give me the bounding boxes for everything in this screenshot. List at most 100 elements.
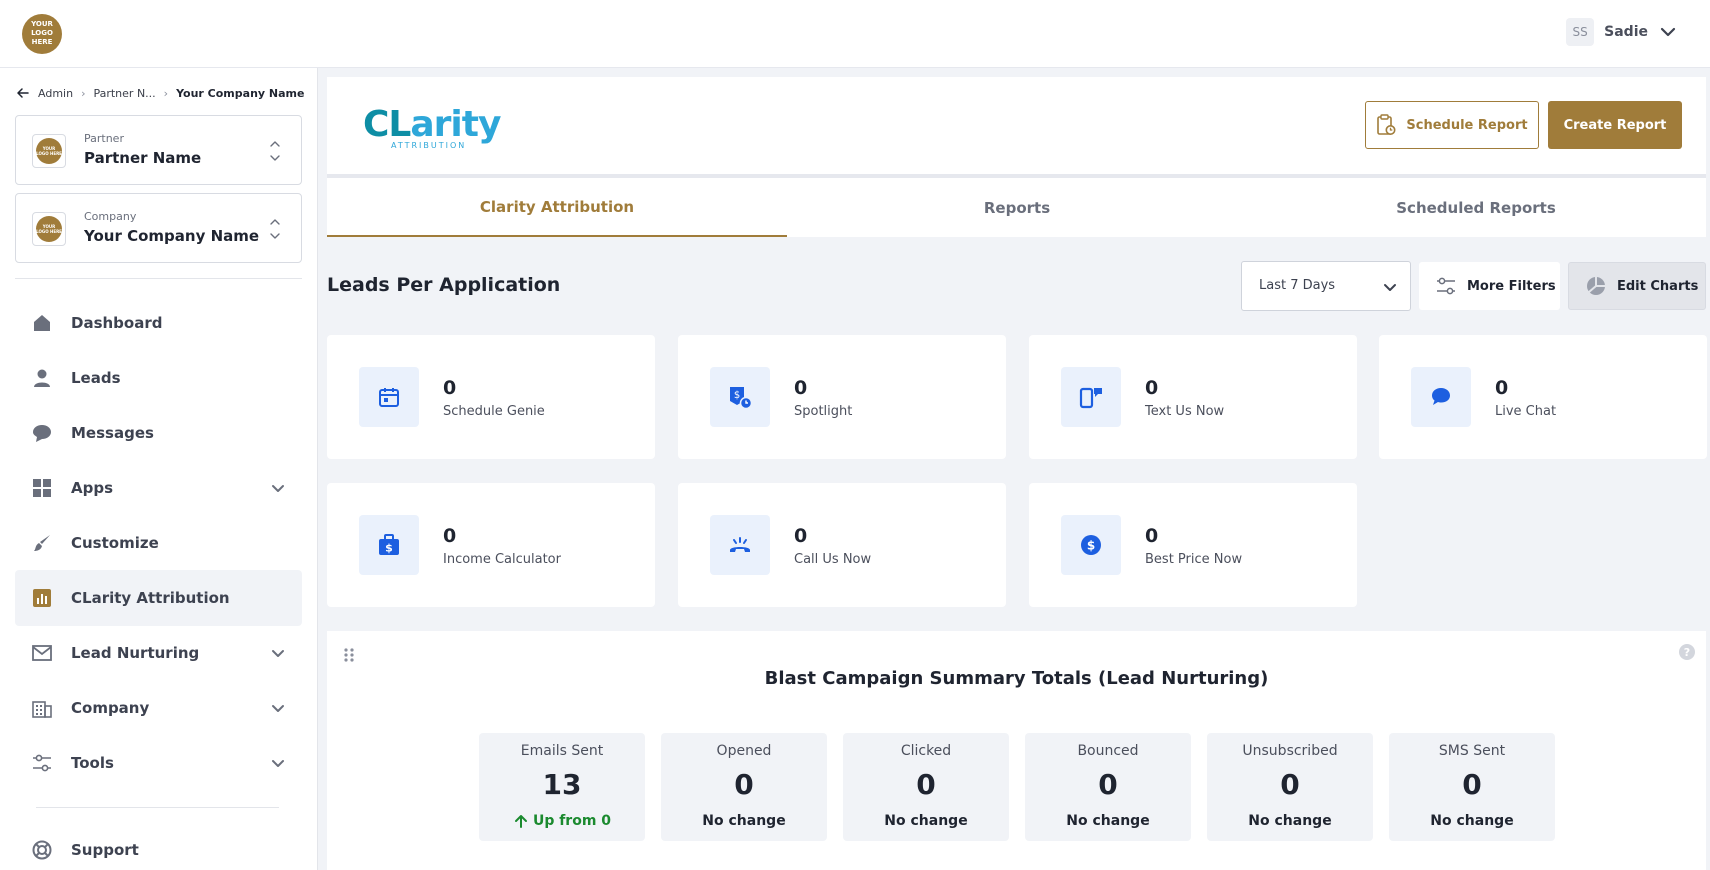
more-filters-button[interactable]: More Filters — [1419, 262, 1560, 310]
chat-bubble-icon — [33, 425, 51, 442]
more-filters-label: More Filters — [1467, 278, 1556, 294]
sidebar-item-label: Apps — [71, 479, 114, 497]
stat-label: Unsubscribed — [1242, 743, 1338, 759]
stat-value: 0 — [1098, 768, 1118, 801]
sidebar-item-apps[interactable]: Apps — [15, 460, 302, 516]
app-card-spotlight[interactable]: $ 0 Spotlight — [678, 335, 1006, 459]
app-name: Schedule Genie — [443, 404, 545, 419]
phone-icon — [730, 537, 750, 552]
app-card-call-us-now[interactable]: 0 Call Us Now — [678, 483, 1006, 607]
app-card-live-chat[interactable]: 0 Live Chat — [1379, 335, 1707, 459]
drag-handle-icon[interactable] — [343, 647, 355, 663]
dollar-circle-icon: $ — [1081, 535, 1101, 555]
schedule-report-button[interactable]: Schedule Report — [1365, 101, 1539, 149]
schedule-report-label: Schedule Report — [1406, 117, 1528, 133]
sidebar-item-label: CLarity Attribution — [71, 589, 230, 607]
pie-chart-icon — [1587, 277, 1605, 295]
sidebar-item-dashboard[interactable]: Dashboard — [15, 295, 302, 351]
app-card-schedule-genie[interactable]: 0 Schedule Genie — [327, 335, 655, 459]
edit-charts-button[interactable]: Edit Charts — [1568, 262, 1706, 310]
date-range-select[interactable]: Last 7 Days — [1241, 261, 1411, 311]
sidebar-item-customize[interactable]: Customize — [15, 515, 302, 571]
sidebar-item-messages[interactable]: Messages — [15, 405, 302, 461]
user-menu[interactable]: SS Sadie — [1566, 18, 1678, 46]
stat-change: No change — [1066, 813, 1150, 829]
app-card-text-us-now[interactable]: 0 Text Us Now — [1029, 335, 1357, 459]
edit-charts-label: Edit Charts — [1617, 278, 1699, 294]
sidebar-item-lead-nurturing[interactable]: Lead Nurturing — [15, 625, 302, 681]
sidebar-item-label: Messages — [71, 424, 154, 442]
stat-bounced: Bounced 0 No change — [1025, 733, 1191, 841]
calendar-icon — [379, 388, 399, 407]
app-icon-tile: $ — [710, 367, 770, 427]
sidebar-divider — [15, 278, 302, 279]
user-avatar: SS — [1566, 18, 1595, 46]
breadcrumb-separator: › — [81, 86, 86, 100]
sidebar-item-label: Leads — [71, 369, 121, 387]
svg-text:$: $ — [1087, 539, 1095, 553]
sidebar: Admin › Partner N... › Your Company Name… — [0, 68, 318, 870]
stat-sms-sent: SMS Sent 0 No change — [1389, 733, 1555, 841]
partner-selector-label: Partner — [84, 132, 124, 145]
app-icon-tile — [1061, 367, 1121, 427]
app-name: Call Us Now — [794, 552, 872, 567]
company-selector-logo: YOUR LOGO HERE — [32, 212, 66, 246]
app-lead-count: 0 — [794, 377, 808, 399]
company-logo[interactable]: YOUR LOGO HERE — [22, 14, 62, 54]
breadcrumb-company: Your Company Name — [176, 86, 305, 100]
chevron-down-icon — [272, 760, 284, 767]
breadcrumb-separator: › — [163, 86, 169, 100]
app-lead-count: 0 — [1495, 377, 1509, 399]
stat-change: Up from 0 — [479, 813, 645, 829]
sidebar-item-clarity-attribution[interactable]: CLarity Attribution — [15, 570, 302, 626]
back-arrow-icon[interactable] — [16, 86, 30, 100]
create-report-button[interactable]: Create Report — [1548, 101, 1682, 149]
tab-clarity-attribution[interactable]: Clarity Attribution — [327, 178, 787, 237]
arrow-up-icon — [514, 815, 527, 828]
partner-selector[interactable]: YOUR LOGO HERE Partner Partner Name — [15, 115, 302, 185]
app-card-best-price-now[interactable]: $ 0 Best Price Now — [1029, 483, 1357, 607]
bar-chart-icon — [33, 589, 51, 607]
lifebuoy-icon — [32, 840, 52, 860]
app-icon-tile — [710, 515, 770, 575]
app-card-income-calculator[interactable]: $ 0 Income Calculator — [327, 483, 655, 607]
logo-text: YOUR LOGO HERE — [31, 20, 53, 46]
tab-scheduled-reports[interactable]: Scheduled Reports — [1246, 178, 1706, 237]
company-selector[interactable]: YOUR LOGO HERE Company Your Company Name — [15, 193, 302, 263]
sidebar-divider — [36, 807, 279, 808]
stat-opened: Opened 0 No change — [661, 733, 827, 841]
sidebar-item-label: Support — [71, 841, 139, 859]
svg-text:$: $ — [385, 542, 393, 555]
tab-reports[interactable]: Reports — [787, 178, 1247, 237]
up-down-chevron-icon — [270, 141, 280, 161]
breadcrumb-admin[interactable]: Admin — [38, 87, 73, 100]
stat-label: Emails Sent — [520, 743, 604, 759]
grid-icon — [33, 479, 51, 497]
building-icon — [32, 701, 52, 718]
stat-label: Opened — [716, 743, 772, 759]
tab-bar: Clarity Attribution Reports Scheduled Re… — [327, 174, 1706, 237]
spotlight-icon: $ — [730, 387, 753, 410]
partner-selector-value: Partner Name — [84, 149, 202, 167]
chevron-down-icon[interactable] — [1658, 22, 1678, 42]
sidebar-item-tools[interactable]: Tools — [15, 735, 302, 791]
help-icon[interactable]: ? — [1678, 643, 1696, 661]
stat-value: 0 — [1280, 768, 1300, 801]
sidebar-item-company[interactable]: Company — [15, 680, 302, 736]
stat-value: 0 — [1462, 768, 1482, 801]
sidebar-item-support[interactable]: Support — [15, 822, 302, 870]
app-icon-tile: $ — [1061, 515, 1121, 575]
envelope-icon — [32, 645, 52, 661]
stat-value: 13 — [542, 768, 582, 801]
app-icon-tile — [1411, 367, 1471, 427]
app-icon-tile: $ — [359, 515, 419, 575]
stat-clicked: Clicked 0 No change — [843, 733, 1009, 841]
app-lead-count: 0 — [1145, 377, 1159, 399]
app-name: Income Calculator — [443, 552, 561, 567]
breadcrumb-partner[interactable]: Partner N... — [93, 87, 155, 100]
filter-sliders-icon — [1437, 277, 1455, 295]
briefcase-dollar-icon: $ — [379, 534, 399, 555]
blast-campaign-summary: ? Blast Campaign Summary Totals (Lead Nu… — [327, 631, 1706, 870]
stat-change-text: Up from 0 — [532, 813, 612, 829]
sidebar-item-leads[interactable]: Leads — [15, 350, 302, 406]
